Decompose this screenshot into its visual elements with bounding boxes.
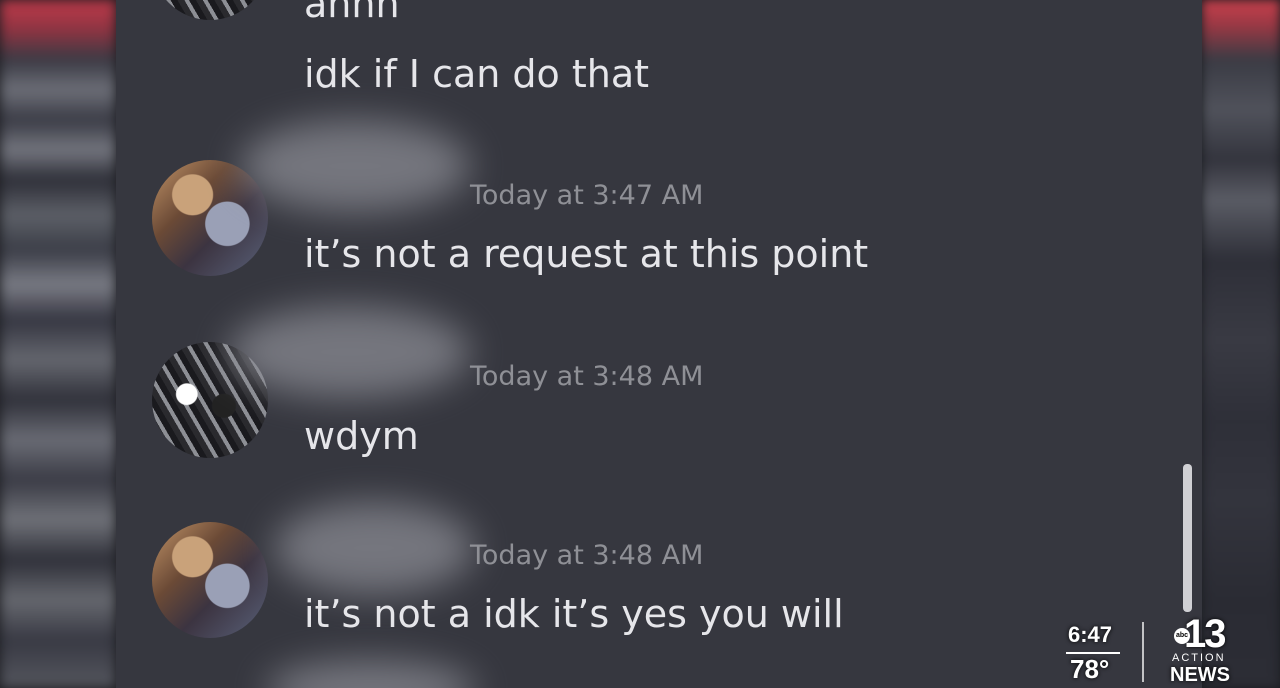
message-timestamp: Today at 3:47 AM: [470, 180, 704, 211]
bug-temperature: 78°: [1070, 654, 1110, 684]
redacted-username: [240, 120, 470, 212]
news-bug: 6:47 78° 13 abc ACTION NEWS: [1060, 612, 1280, 688]
video-frame: ahhh idk if I can do that Today at 3:47 …: [0, 0, 1280, 688]
message-text: idk if I can do that: [304, 52, 650, 96]
message-text: wdym: [304, 414, 419, 458]
message-timestamp: Today at 3:48 AM: [470, 361, 704, 392]
station-logo-news: NEWS: [1170, 664, 1230, 686]
chat-panel: ahhh idk if I can do that Today at 3:47 …: [116, 0, 1202, 688]
network-logo-icon: abc: [1174, 628, 1190, 644]
scrollbar-thumb[interactable]: [1183, 464, 1192, 612]
redacted-username: [274, 502, 474, 594]
bug-time: 6:47: [1068, 622, 1113, 647]
station-logo-number: 13: [1184, 612, 1226, 656]
message-text: it’s not a request at this point: [304, 232, 869, 276]
message-text: it’s not a idk it’s yes you will: [304, 592, 844, 636]
redacted-username: [266, 660, 476, 688]
avatar[interactable]: [152, 0, 268, 20]
station-logo-action: ACTION: [1172, 652, 1226, 664]
blurred-background-left: [0, 0, 116, 688]
blurred-background-right: [1202, 0, 1280, 688]
bug-divider: [1142, 622, 1144, 682]
avatar[interactable]: [152, 522, 268, 638]
message-text: ahhh: [304, 0, 400, 26]
redacted-username: [228, 306, 470, 398]
message-timestamp: Today at 3:48 AM: [470, 540, 704, 571]
